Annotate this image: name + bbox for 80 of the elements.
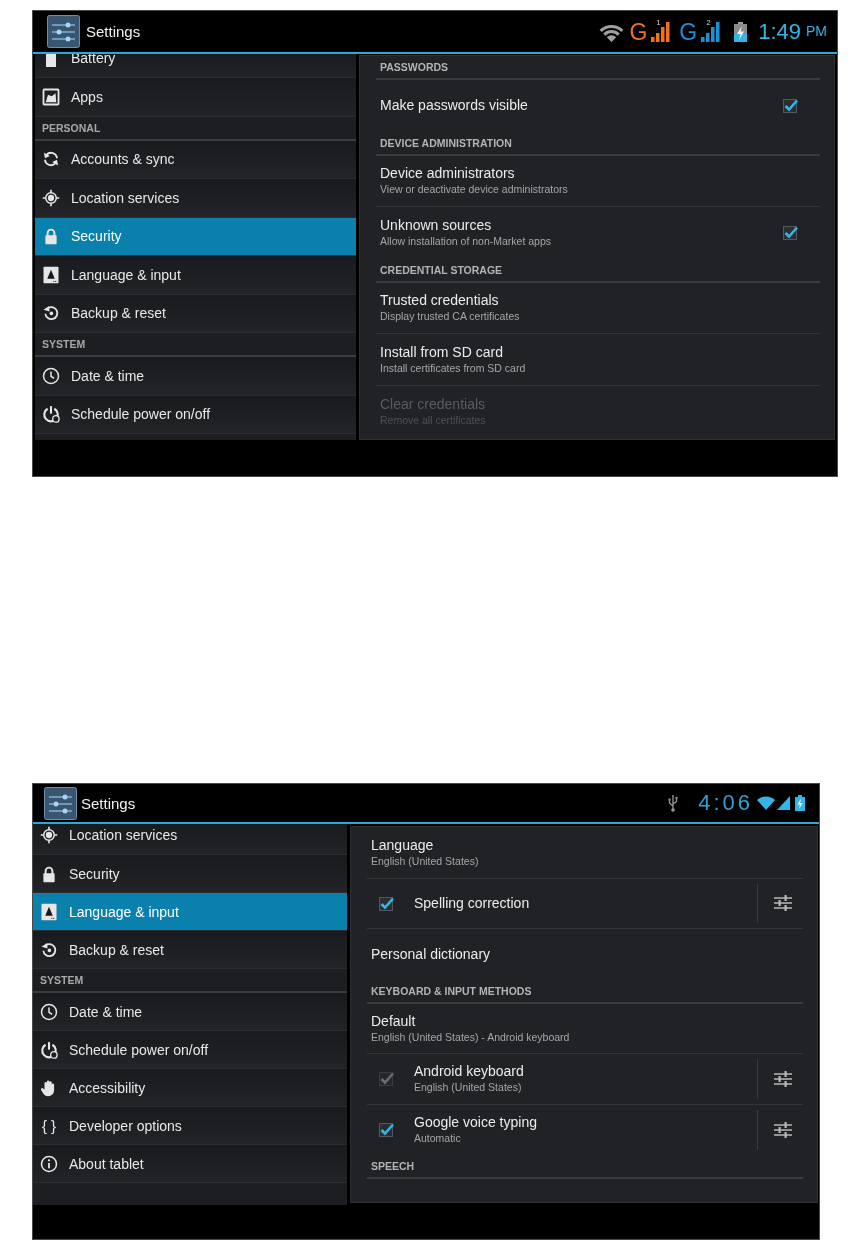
sidebar-item[interactable]: Apps	[35, 78, 356, 117]
preference-summary: English (United States)	[371, 854, 480, 869]
sidebar-item[interactable]: Date & time	[35, 357, 356, 396]
usb-icon	[668, 794, 679, 812]
network-type-label: G	[629, 18, 648, 45]
preference-summary: Display trusted CA certificates	[380, 309, 521, 324]
sidebar-item[interactable]: Location services	[33, 824, 347, 855]
app-title: Settings	[86, 23, 141, 40]
preference-title[interactable]: Device administrators	[380, 165, 816, 183]
preference-summary: Install certificates from SD card	[380, 360, 527, 375]
power-timer-icon	[40, 1040, 58, 1059]
preference-title[interactable]: Google voice typing	[414, 1114, 757, 1132]
sidebar-item[interactable]: Language & input	[33, 893, 347, 931]
sidebar-item[interactable]: Schedule power on/off	[35, 395, 356, 434]
battery-icon	[46, 54, 56, 67]
checkbox[interactable]	[379, 1122, 394, 1138]
preference-summary: Allow installation of non-Market apps	[380, 234, 552, 249]
preference-summary: View or deactivate device administrators	[380, 182, 569, 197]
lock-icon	[40, 864, 58, 883]
sidebar-item[interactable]: Security	[33, 855, 347, 893]
sidebar-item[interactable]: Backup & reset	[33, 931, 347, 969]
category-header: CREDENTIAL STORAGE	[376, 258, 820, 283]
preference-summary: English (United States)	[414, 1080, 523, 1095]
network-type-label: G	[679, 18, 698, 45]
picture-icon	[42, 87, 60, 106]
clock-icon	[42, 366, 60, 385]
sidebar-item[interactable]: Battery	[35, 54, 356, 78]
clock-time: 1:49	[758, 18, 801, 45]
sidebar-item[interactable]: About tablet	[33, 1145, 347, 1183]
sidebar-item[interactable]: Location services	[35, 179, 356, 218]
crosshair-icon	[40, 826, 58, 844]
sidebar-item[interactable]: Accounts & sync	[35, 140, 356, 179]
info-icon	[40, 1154, 58, 1173]
sim-slot-label: 2	[706, 17, 711, 27]
category-header: SPEECH	[367, 1155, 803, 1179]
checkbox[interactable]	[783, 225, 798, 241]
clock-time: 4:06	[698, 790, 753, 816]
sync-icon	[42, 150, 60, 169]
app-title: Settings	[81, 794, 136, 812]
settings-icon[interactable]	[44, 786, 77, 820]
preference-title[interactable]: Unknown sources	[380, 217, 783, 235]
sidebar-item[interactable]: Date & time	[33, 993, 347, 1031]
preference-title[interactable]: Personal dictionary	[371, 945, 799, 963]
signal-icon	[777, 796, 790, 810]
clock-meridiem: PM	[806, 22, 827, 39]
preference-title[interactable]: Trusted credentials	[380, 292, 816, 310]
braces-icon: { }	[40, 1116, 58, 1135]
sim-slot-label: 1	[656, 17, 661, 27]
sidebar-item[interactable]: Backup & reset	[35, 294, 356, 333]
sidebar-item[interactable]: { } Developer options	[33, 1107, 347, 1145]
preference-title[interactable]: Make passwords visible	[380, 97, 783, 115]
preference-title[interactable]: Default	[371, 1012, 799, 1030]
category-header: DEVICE ADMINISTRATION	[376, 131, 820, 156]
power-timer-icon	[42, 405, 60, 424]
keyboard-key-icon	[40, 902, 58, 921]
battery-charging-icon	[733, 21, 749, 42]
restore-icon	[40, 940, 58, 959]
preference-title[interactable]: Install from SD card	[380, 343, 816, 361]
checkbox[interactable]	[783, 98, 798, 114]
preference-summary: Automatic	[414, 1131, 462, 1146]
battery-charging-icon	[795, 795, 805, 811]
clock-icon	[40, 1002, 58, 1021]
sliders-icon[interactable]	[774, 1070, 792, 1087]
preference-title[interactable]: Spelling correction	[414, 894, 757, 912]
category-header: KEYBOARD & INPUT METHODS	[367, 979, 803, 1004]
checkbox[interactable]	[379, 895, 394, 911]
preference-summary: English (United States) - Android keyboard	[371, 1029, 571, 1044]
sliders-icon[interactable]	[774, 1121, 792, 1138]
sidebar-item[interactable]: Security	[35, 217, 356, 256]
category-header: PASSWORDS	[376, 56, 820, 80]
sidebar-item[interactable]: Schedule power on/off	[33, 1031, 347, 1069]
lock-icon	[42, 227, 60, 246]
sidebar-item[interactable]: Language & input	[35, 256, 356, 295]
sidebar-item[interactable]: Accessibility	[33, 1069, 347, 1107]
wifi-icon	[757, 796, 775, 810]
keyboard-key-icon	[42, 265, 60, 284]
restore-icon	[42, 304, 60, 323]
sliders-icon[interactable]	[774, 895, 792, 912]
crosshair-icon	[42, 188, 60, 207]
preference-title[interactable]: Language	[371, 837, 799, 855]
